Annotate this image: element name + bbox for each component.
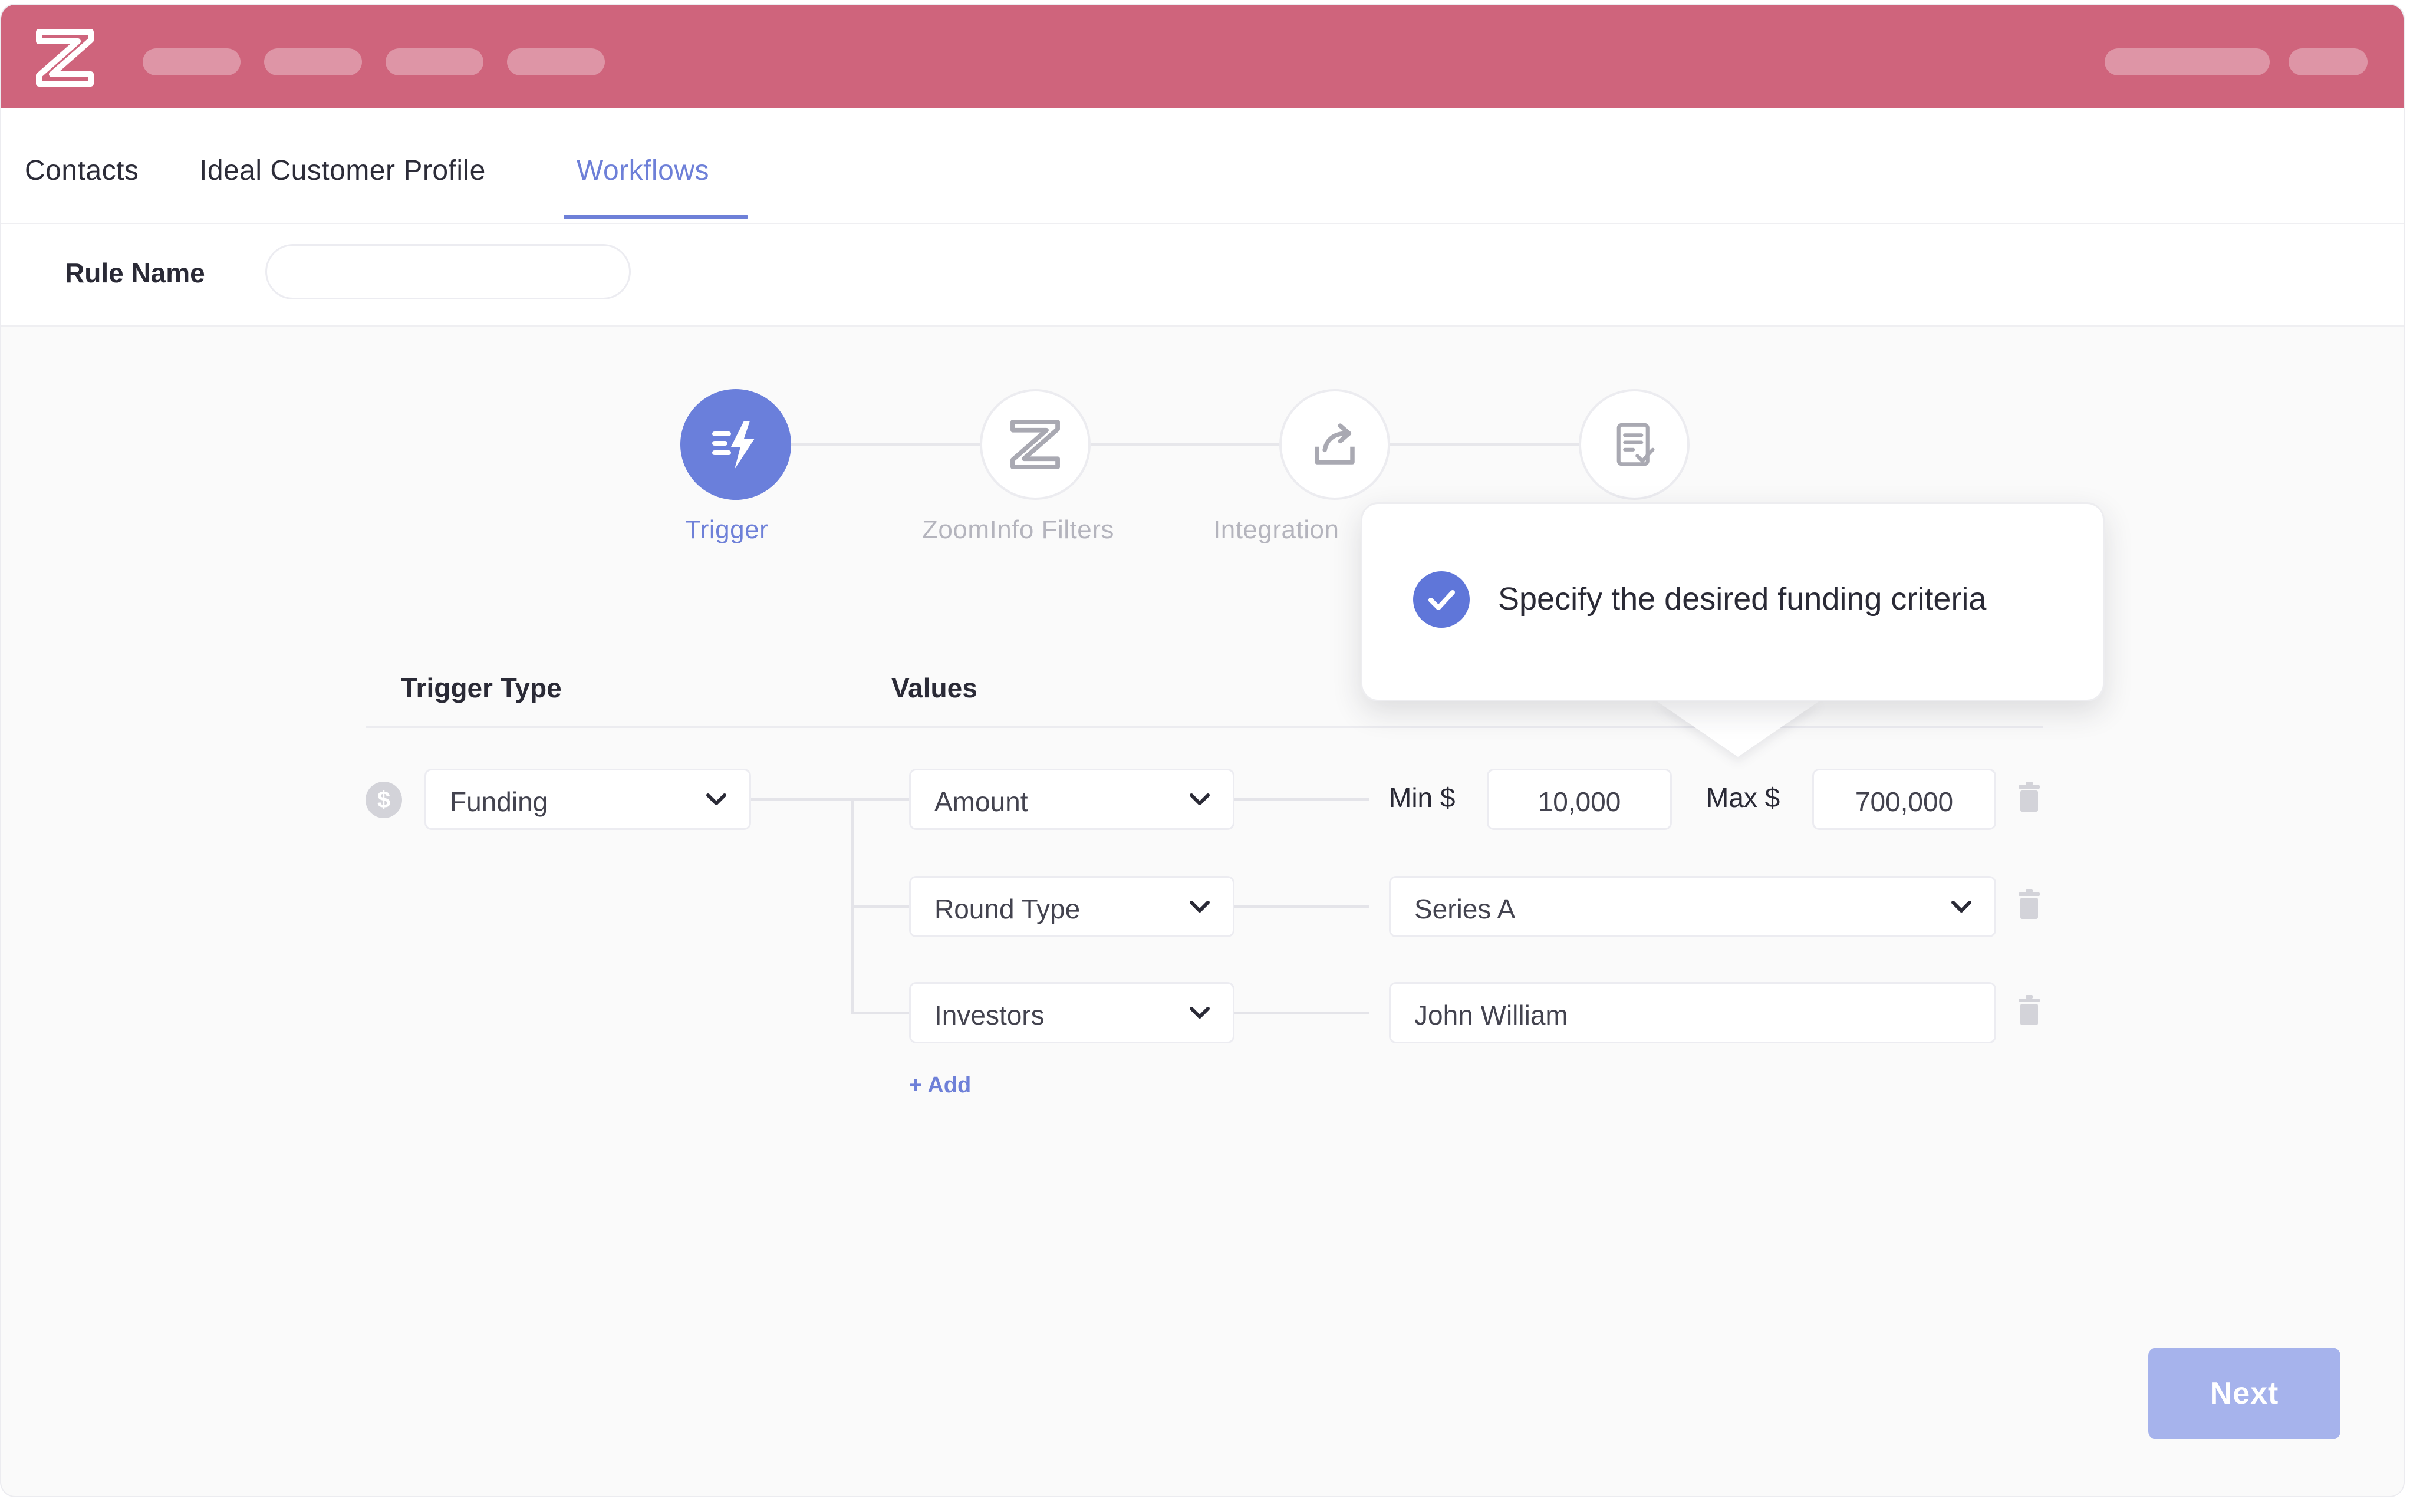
document-check-icon xyxy=(1616,423,1655,466)
active-tab-indicator xyxy=(564,215,748,219)
add-label: Add xyxy=(927,1073,972,1098)
stepper-connector xyxy=(1091,443,1279,446)
account-placeholder[interactable] xyxy=(2105,48,2270,75)
row-connector xyxy=(851,1012,909,1014)
row-connector xyxy=(851,905,909,908)
round-type-value: Series A xyxy=(1414,894,1516,924)
guidance-tooltip: Specify the desired funding criteria xyxy=(1361,502,2105,701)
chevron-down-icon xyxy=(1951,901,1971,913)
workflow-builder-window: Contacts Ideal Customer Profile Workflow… xyxy=(0,4,2405,1497)
step-review[interactable] xyxy=(1579,389,1690,500)
round-type-value-select[interactable]: Series A xyxy=(1389,876,1996,937)
nav-placeholder-3[interactable] xyxy=(386,48,483,75)
values-header: Values xyxy=(891,673,977,703)
step-label-trigger: Trigger xyxy=(685,515,769,544)
dollar-icon: $ xyxy=(366,782,402,818)
min-label: Min $ xyxy=(1389,782,1456,813)
field-select-value: Amount xyxy=(934,786,1028,817)
plus-icon: + xyxy=(909,1073,923,1098)
tab-ideal-customer-profile[interactable]: Ideal Customer Profile xyxy=(199,154,486,187)
max-amount-value: 700,000 xyxy=(1855,786,1954,817)
round-type-field-select[interactable]: Round Type xyxy=(909,876,1234,937)
zoominfo-z-icon xyxy=(1010,420,1060,469)
row-connector xyxy=(1234,798,1369,801)
top-navigation-bar xyxy=(1,5,2404,108)
trigger-type-select[interactable]: Funding xyxy=(424,769,751,830)
stepper-connector xyxy=(1390,443,1579,446)
step-zoominfo-filters[interactable] xyxy=(980,389,1091,500)
tab-contacts[interactable]: Contacts xyxy=(25,154,139,187)
check-circle-icon xyxy=(1413,571,1470,628)
investors-input[interactable]: John William xyxy=(1389,982,1996,1043)
rule-name-label: Rule Name xyxy=(65,258,205,288)
stepper-connector xyxy=(791,443,980,446)
lightning-icon xyxy=(712,421,755,469)
trash-icon[interactable] xyxy=(2017,782,2041,812)
step-integration[interactable] xyxy=(1279,389,1390,500)
tooltip-pointer xyxy=(1655,700,1820,757)
investors-value: John William xyxy=(1414,1000,1568,1030)
step-label-zoominfo-filters: ZoomInfo Filters xyxy=(922,515,1114,544)
chevron-down-icon xyxy=(1190,1007,1210,1019)
nav-placeholder-1[interactable] xyxy=(143,48,241,75)
chevron-down-icon xyxy=(1190,901,1210,913)
trash-icon[interactable] xyxy=(2017,889,2041,920)
row-connector xyxy=(1234,1012,1369,1014)
min-amount-value: 10,000 xyxy=(1537,786,1621,817)
field-select-value: Round Type xyxy=(934,894,1081,924)
trash-icon[interactable] xyxy=(2017,995,2041,1026)
chevron-down-icon xyxy=(706,793,726,805)
step-trigger[interactable] xyxy=(680,389,791,500)
field-select-value: Investors xyxy=(934,1000,1045,1030)
trigger-type-value: Funding xyxy=(450,786,548,817)
zoominfo-logo-icon[interactable] xyxy=(34,27,96,88)
export-icon xyxy=(1315,423,1355,465)
next-button[interactable]: Next xyxy=(2148,1348,2340,1439)
max-label: Max $ xyxy=(1706,782,1780,813)
amount-field-select[interactable]: Amount xyxy=(909,769,1234,830)
profile-placeholder[interactable] xyxy=(2289,48,2368,75)
row-connector xyxy=(751,798,909,801)
trigger-type-header: Trigger Type xyxy=(401,673,562,703)
max-amount-input[interactable]: 700,000 xyxy=(1812,769,1996,830)
step-label-integration: Integration xyxy=(1213,515,1339,544)
min-amount-input[interactable]: 10,000 xyxy=(1487,769,1672,830)
rule-name-bar: Rule Name xyxy=(1,224,2404,327)
tab-workflows[interactable]: Workflows xyxy=(577,154,709,187)
investors-field-select[interactable]: Investors xyxy=(909,982,1234,1043)
nav-placeholder-4[interactable] xyxy=(507,48,605,75)
tooltip-text: Specify the desired funding criteria xyxy=(1498,581,1987,617)
row-connector xyxy=(1234,905,1369,908)
nav-placeholder-2[interactable] xyxy=(264,48,362,75)
rule-name-input[interactable] xyxy=(265,244,631,299)
section-tabs: Contacts Ideal Customer Profile Workflow… xyxy=(1,108,2404,224)
add-condition-link[interactable]: + Add xyxy=(909,1073,971,1098)
chevron-down-icon xyxy=(1190,793,1210,805)
